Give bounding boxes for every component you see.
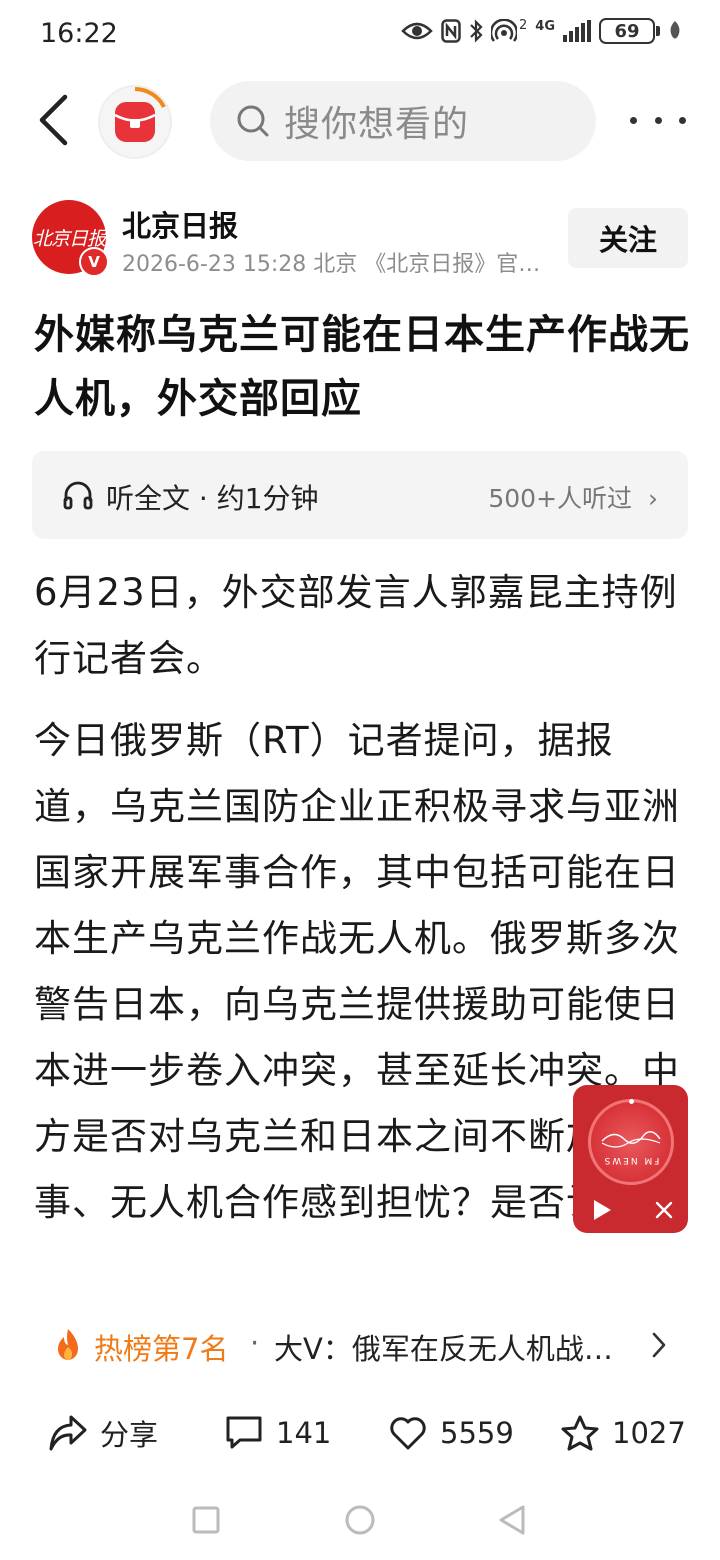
status-time: 16:22: [40, 18, 118, 49]
bluetooth-icon: [470, 19, 483, 43]
listen-label: 听全文 · 约1分钟: [106, 482, 319, 515]
status-icons: 2 4G 69: [401, 18, 682, 44]
square-icon: [192, 1506, 220, 1534]
like-button[interactable]: 5559: [388, 1405, 514, 1461]
back-button[interactable]: [28, 90, 78, 150]
close-icon: [655, 1201, 673, 1219]
hot-rank-label: 热榜第7名: [94, 1332, 229, 1366]
search-placeholder: 搜你想看的: [284, 104, 470, 145]
more-options-button[interactable]: [630, 100, 686, 140]
flame-icon: [58, 1329, 78, 1360]
listen-full-text-button[interactable]: 听全文 · 约1分钟 500+人听过 ›: [32, 451, 688, 539]
share-icon: [49, 1415, 87, 1451]
listen-count-text: 500+人听过: [488, 484, 633, 513]
hotspot-icon: [491, 19, 517, 42]
app-logo-button[interactable]: [98, 85, 172, 159]
verified-mark: V: [88, 253, 100, 271]
hot-topic-text: 大V：俄军在反无人机战场上……: [274, 1332, 614, 1366]
eye-icon: [401, 22, 433, 40]
floating-audio-player[interactable]: FM NEWS: [573, 1085, 688, 1233]
signal-sup: 2: [519, 17, 528, 33]
play-button[interactable]: [587, 1195, 617, 1225]
network-type: 4G: [535, 18, 555, 34]
favorite-count: 1027: [612, 1416, 686, 1450]
author-name[interactable]: 北京日报: [122, 203, 238, 245]
heart-icon: [390, 1417, 426, 1450]
close-player-button[interactable]: [649, 1195, 679, 1225]
search-icon: [237, 105, 269, 137]
battery-level: 69: [614, 20, 640, 42]
search-input[interactable]: 搜你想看的: [210, 81, 596, 161]
recent-apps-button[interactable]: [186, 1500, 226, 1540]
comment-button[interactable]: 141: [224, 1405, 331, 1461]
headphones-icon: [63, 481, 93, 510]
home-button[interactable]: [340, 1500, 380, 1540]
comment-count: 141: [276, 1416, 332, 1450]
follow-button[interactable]: 关注: [568, 208, 688, 268]
waveform-icon: [601, 1131, 661, 1148]
author-meta: 2026-6-23 15:28 北京 《北京日报》官方帐号: [122, 252, 562, 277]
player-label: FM NEWS: [602, 1155, 660, 1165]
leaf-icon: [670, 21, 680, 39]
chevron-right-icon: ›: [648, 484, 658, 513]
favorite-button[interactable]: 1027: [560, 1405, 686, 1461]
comment-icon: [226, 1416, 262, 1449]
play-icon: [594, 1200, 611, 1220]
player-dot: [629, 1099, 634, 1104]
dot: [654, 116, 662, 124]
battery-icon: 69: [599, 18, 660, 44]
hot-separator: ·: [250, 1326, 260, 1360]
share-button[interactable]: 分享: [48, 1405, 158, 1461]
share-label: 分享: [100, 1418, 159, 1452]
chevron-left-icon: [39, 94, 68, 146]
like-count: 5559: [440, 1416, 514, 1450]
system-back-button[interactable]: [492, 1500, 532, 1540]
dot: [630, 116, 637, 124]
listen-count: 500+人听过 ›: [488, 479, 658, 515]
nfc-icon: [441, 19, 461, 43]
hot-rank-bar[interactable]: 热榜第7名 · 大V：俄军在反无人机战场上……: [32, 1312, 688, 1378]
article-paragraph: 6月23日，外交部发言人郭嘉昆主持例行记者会。: [34, 571, 678, 680]
circle-icon: [345, 1505, 375, 1535]
star-icon: [561, 1415, 599, 1451]
dot: [679, 116, 686, 124]
triangle-back-icon: [499, 1505, 525, 1535]
progress-ring-icon: [134, 87, 166, 108]
verified-badge-icon: V: [79, 247, 109, 277]
signal-bars-icon: [563, 20, 591, 42]
fm-news-disc-icon: FM NEWS: [588, 1099, 674, 1185]
article-title: 外媒称乌克兰可能在日本生产作战无人机，外交部回应: [34, 312, 690, 422]
chevron-right-icon: [652, 1332, 666, 1358]
